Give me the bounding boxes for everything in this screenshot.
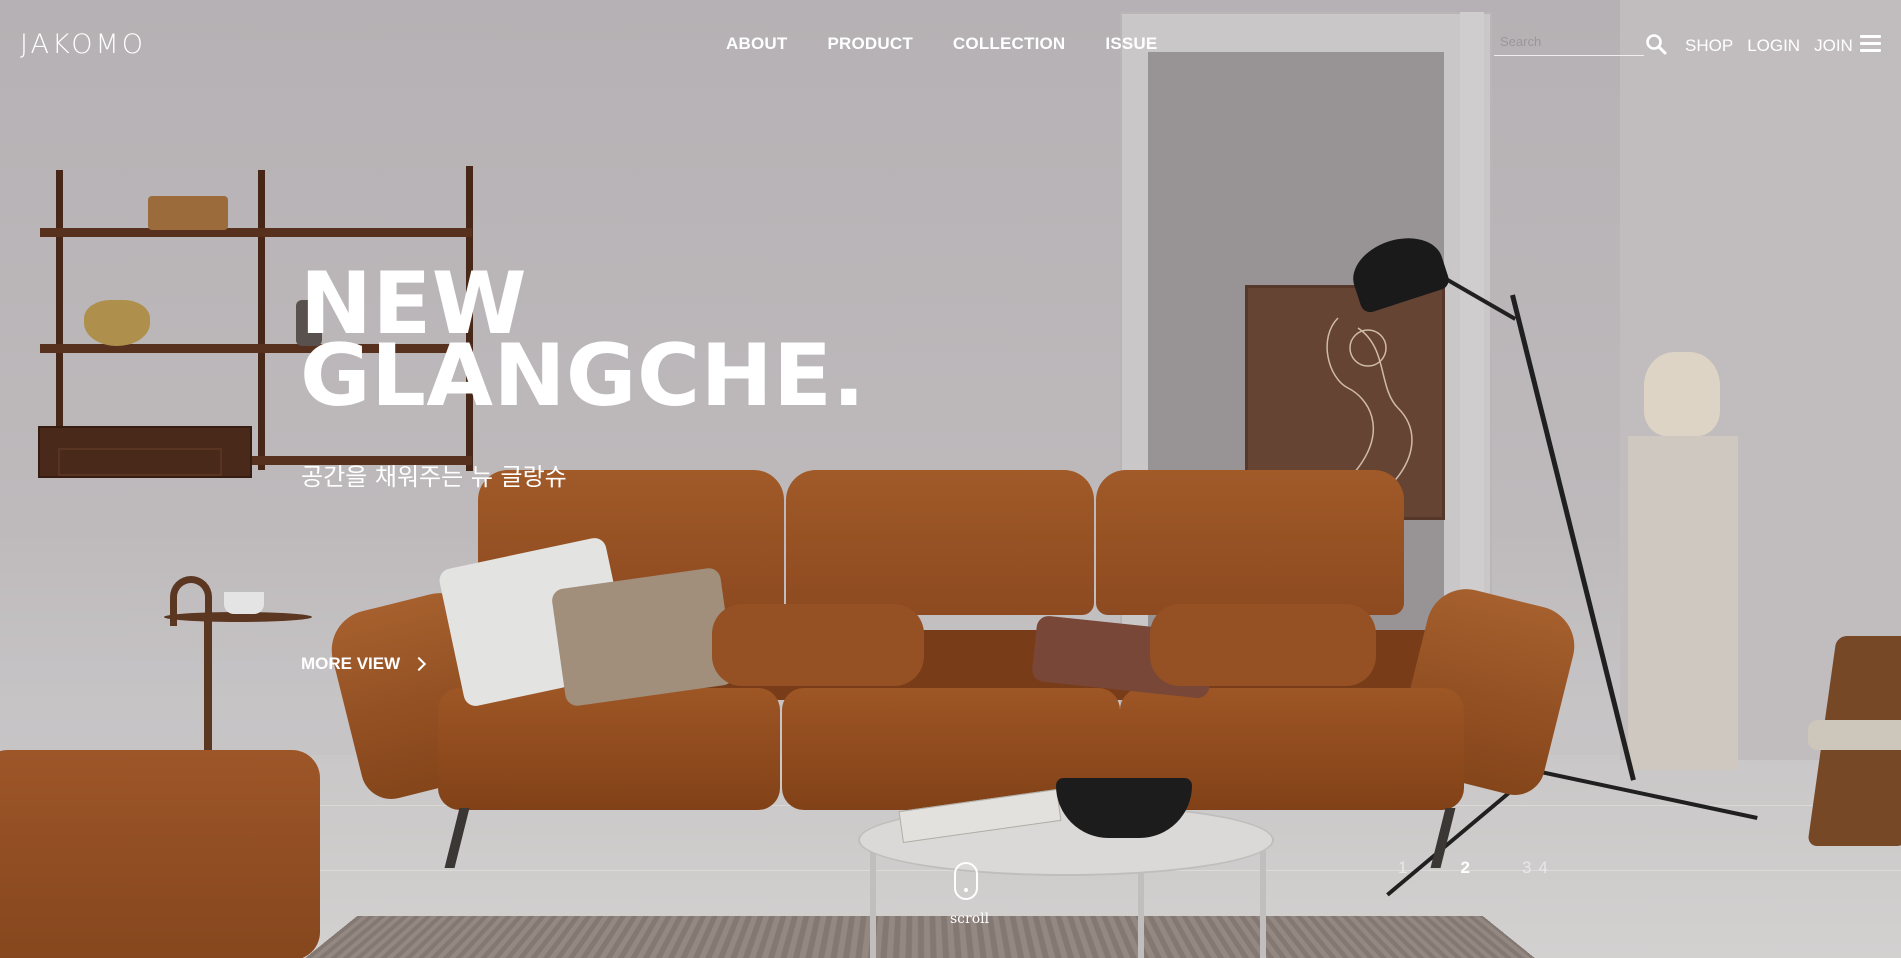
hamburger-menu-icon[interactable] bbox=[1860, 35, 1881, 52]
hero-background-image bbox=[0, 0, 1901, 958]
menu-bar bbox=[1860, 42, 1881, 45]
nav-item-issue[interactable]: ISSUE bbox=[1105, 34, 1157, 54]
login-link[interactable]: LOGIN bbox=[1747, 36, 1800, 56]
site-header: JAKOMO ABOUT PRODUCT COLLECTION ISSUE SH… bbox=[0, 0, 1901, 90]
more-view-button[interactable]: MORE VIEW bbox=[301, 654, 427, 674]
pager-item-3[interactable]: 3 bbox=[1522, 858, 1531, 878]
chevron-right-icon bbox=[412, 656, 427, 672]
pager-item-2[interactable]: 2 bbox=[1460, 858, 1469, 878]
utility-nav: SHOP LOGIN JOIN bbox=[1685, 36, 1867, 56]
more-view-label: MORE VIEW bbox=[301, 654, 401, 673]
slide-pager: 1 2 3 4 bbox=[1398, 858, 1548, 878]
image-overlay bbox=[0, 0, 1901, 958]
scroll-label: scroll bbox=[950, 911, 990, 927]
pager-item-1[interactable]: 1 bbox=[1398, 858, 1407, 878]
hero-title-line-2: GLANGCHE. bbox=[300, 326, 866, 426]
pager-item-4[interactable]: 4 bbox=[1538, 858, 1547, 878]
search-icon[interactable] bbox=[1645, 33, 1667, 55]
brand-logo[interactable]: JAKOMO bbox=[20, 29, 146, 60]
shop-link[interactable]: SHOP bbox=[1685, 36, 1733, 56]
hero-title: NEW GLANGCHE. bbox=[300, 261, 866, 426]
search-box bbox=[1494, 28, 1644, 56]
menu-bar bbox=[1860, 35, 1881, 38]
search-input[interactable] bbox=[1494, 28, 1644, 54]
main-nav: ABOUT PRODUCT COLLECTION ISSUE bbox=[726, 34, 1197, 54]
menu-bar bbox=[1860, 49, 1881, 52]
join-link[interactable]: JOIN bbox=[1814, 36, 1853, 56]
nav-item-about[interactable]: ABOUT bbox=[726, 34, 787, 54]
nav-item-product[interactable]: PRODUCT bbox=[827, 34, 912, 54]
nav-item-collection[interactable]: COLLECTION bbox=[953, 34, 1066, 54]
mouse-icon[interactable] bbox=[954, 862, 978, 900]
hero-subtitle: 공간을 채워주는 뉴 글랑슈 bbox=[301, 463, 567, 491]
